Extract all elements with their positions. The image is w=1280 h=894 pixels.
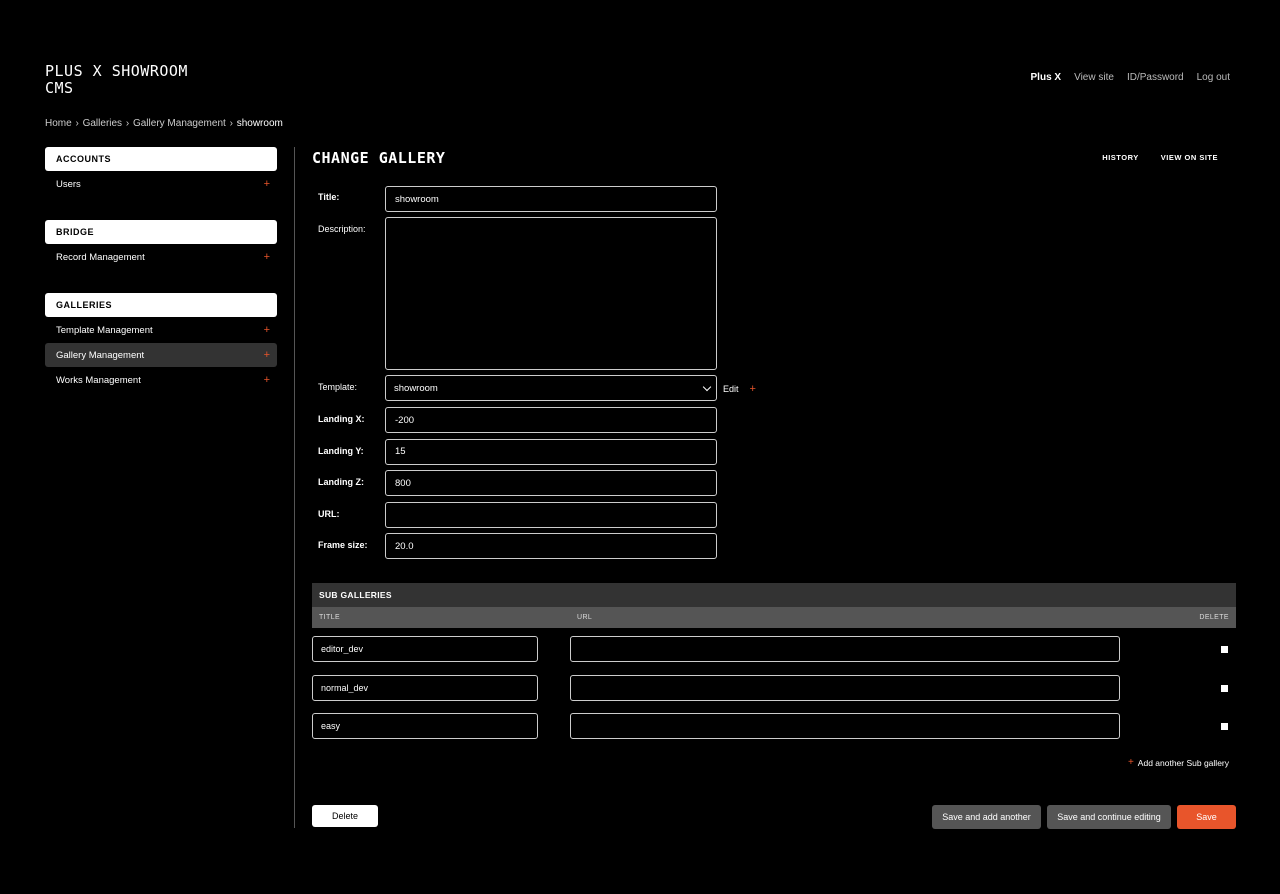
sidebar-item-users[interactable]: Users + (45, 172, 277, 196)
save-and-continue-button[interactable]: Save and continue editing (1047, 805, 1171, 829)
module-header-accounts[interactable]: ACCOUNTS (45, 147, 277, 171)
save-and-add-another-button[interactable]: Save and add another (932, 805, 1041, 829)
save-button[interactable]: Save (1177, 805, 1236, 829)
column-header-url: URL (577, 614, 593, 621)
frame-size-input[interactable] (385, 533, 717, 559)
breadcrumb: Home › Galleries › Gallery Management › … (45, 118, 283, 129)
sidebar-item-template-management[interactable]: Template Management + (45, 318, 277, 342)
breadcrumb-separator: › (75, 118, 79, 129)
breadcrumb-gallery-management[interactable]: Gallery Management (133, 118, 226, 129)
page-title: CHANGE GALLERY (312, 149, 446, 167)
title-input[interactable] (385, 186, 717, 212)
breadcrumb-separator: › (229, 118, 233, 129)
delete-checkbox[interactable] (1221, 646, 1228, 653)
sub-gallery-url-input[interactable] (570, 636, 1120, 662)
column-header-title: TITLE (319, 614, 341, 621)
inline-column-headers: TITLE URL DELETE (312, 607, 1236, 628)
sidebar-item-gallery-management[interactable]: Gallery Management + (45, 343, 277, 367)
breadcrumb-current: showroom (236, 118, 283, 129)
sidebar-item-record-management[interactable]: Record Management + (45, 245, 277, 269)
table-row (312, 705, 1236, 744)
edit-template-link[interactable]: Edit (723, 384, 739, 394)
site-title-line2: CMS (45, 79, 74, 97)
sidebar-item-works-management[interactable]: Works Management + (45, 368, 277, 392)
template-related-links: Edit + (723, 383, 756, 395)
site-title-line1: PLUS X SHOWROOM (45, 62, 188, 80)
sidebar-item-label: Works Management (56, 374, 141, 386)
sidebar-divider (294, 147, 295, 828)
landing-z-input[interactable] (385, 470, 717, 496)
add-icon[interactable]: + (264, 251, 270, 263)
password-link[interactable]: ID/Password (1127, 72, 1184, 83)
breadcrumb-separator: › (125, 118, 130, 129)
current-user: Plus X (1030, 72, 1062, 83)
user-tools: Plus X View site ID/Password Log out (1031, 72, 1230, 83)
table-row (312, 628, 1236, 667)
module-accounts: ACCOUNTS Users + (45, 147, 277, 196)
sidebar-item-label: Record Management (56, 251, 145, 263)
landing-x-input[interactable] (385, 407, 717, 433)
delete-button[interactable]: Delete (312, 805, 378, 827)
history-link[interactable]: HISTORY (1102, 153, 1138, 162)
add-icon[interactable]: + (264, 374, 270, 386)
module-galleries: GALLERIES Template Management + Gallery … (45, 293, 277, 392)
column-header-delete: DELETE (1199, 614, 1229, 621)
landing-z-label: Landing Z: (318, 477, 364, 487)
plus-icon: + (1127, 757, 1134, 768)
sidebar-item-label: Template Management (56, 324, 153, 336)
object-tools: HISTORY VIEW ON SITE (1102, 153, 1218, 162)
template-select[interactable]: showroom (385, 375, 717, 401)
table-row (312, 667, 1236, 706)
title-label: Title: (318, 192, 340, 202)
module-bridge: BRIDGE Record Management + (45, 220, 277, 269)
delete-checkbox[interactable] (1221, 684, 1228, 692)
add-icon[interactable]: + (264, 349, 270, 361)
sidebar: ACCOUNTS Users + BRIDGE Record Managemen… (45, 147, 277, 416)
template-select-value: showroom (394, 382, 438, 394)
sub-galleries-inline: SUB GALLERIES TITLE URL DELETE + Add ano… (312, 583, 1236, 768)
sidebar-item-label: Gallery Management (56, 349, 145, 361)
landing-x-label: Landing X: (318, 414, 365, 424)
sub-gallery-title-input[interactable] (312, 674, 538, 701)
submit-row: Delete Save and add another Save and con… (312, 805, 1236, 829)
module-header-bridge[interactable]: BRIDGE (45, 220, 277, 244)
landing-y-input[interactable] (385, 438, 717, 465)
module-header-galleries[interactable]: GALLERIES (45, 293, 277, 317)
add-icon[interactable]: + (264, 178, 270, 190)
url-input[interactable] (385, 501, 717, 528)
inline-heading: SUB GALLERIES (312, 583, 1236, 607)
breadcrumb-home[interactable]: Home (45, 118, 72, 129)
view-on-site-link[interactable]: VIEW ON SITE (1161, 153, 1218, 162)
sub-gallery-title-input[interactable] (312, 636, 538, 662)
logout-link[interactable]: Log out (1197, 72, 1230, 83)
chevron-down-icon (702, 382, 712, 391)
view-site-link[interactable]: View site (1074, 72, 1114, 83)
sub-gallery-title-input[interactable] (312, 713, 538, 739)
template-label: Template: (318, 382, 358, 392)
add-icon[interactable]: + (264, 324, 270, 336)
sub-gallery-url-input[interactable] (570, 674, 1120, 701)
add-template-icon[interactable]: + (750, 383, 756, 395)
main-content: CHANGE GALLERY HISTORY VIEW ON SITE Titl… (312, 147, 1236, 829)
delete-checkbox[interactable] (1221, 723, 1228, 730)
url-label: URL: (318, 508, 340, 519)
sidebar-item-label: Users (56, 178, 81, 190)
description-label: Description: (318, 224, 366, 234)
site-branding[interactable]: PLUS X SHOWROOM CMS (45, 63, 188, 97)
description-textarea[interactable] (385, 217, 717, 370)
sub-gallery-url-input[interactable] (570, 713, 1120, 739)
breadcrumb-galleries[interactable]: Galleries (83, 118, 122, 129)
frame-size-label: Frame size: (318, 540, 368, 550)
landing-y-label: Landing Y: (318, 445, 364, 456)
add-another-label: Add another Sub gallery (1137, 757, 1229, 768)
add-another-sub-gallery-link[interactable]: + Add another Sub gallery (1128, 757, 1229, 768)
